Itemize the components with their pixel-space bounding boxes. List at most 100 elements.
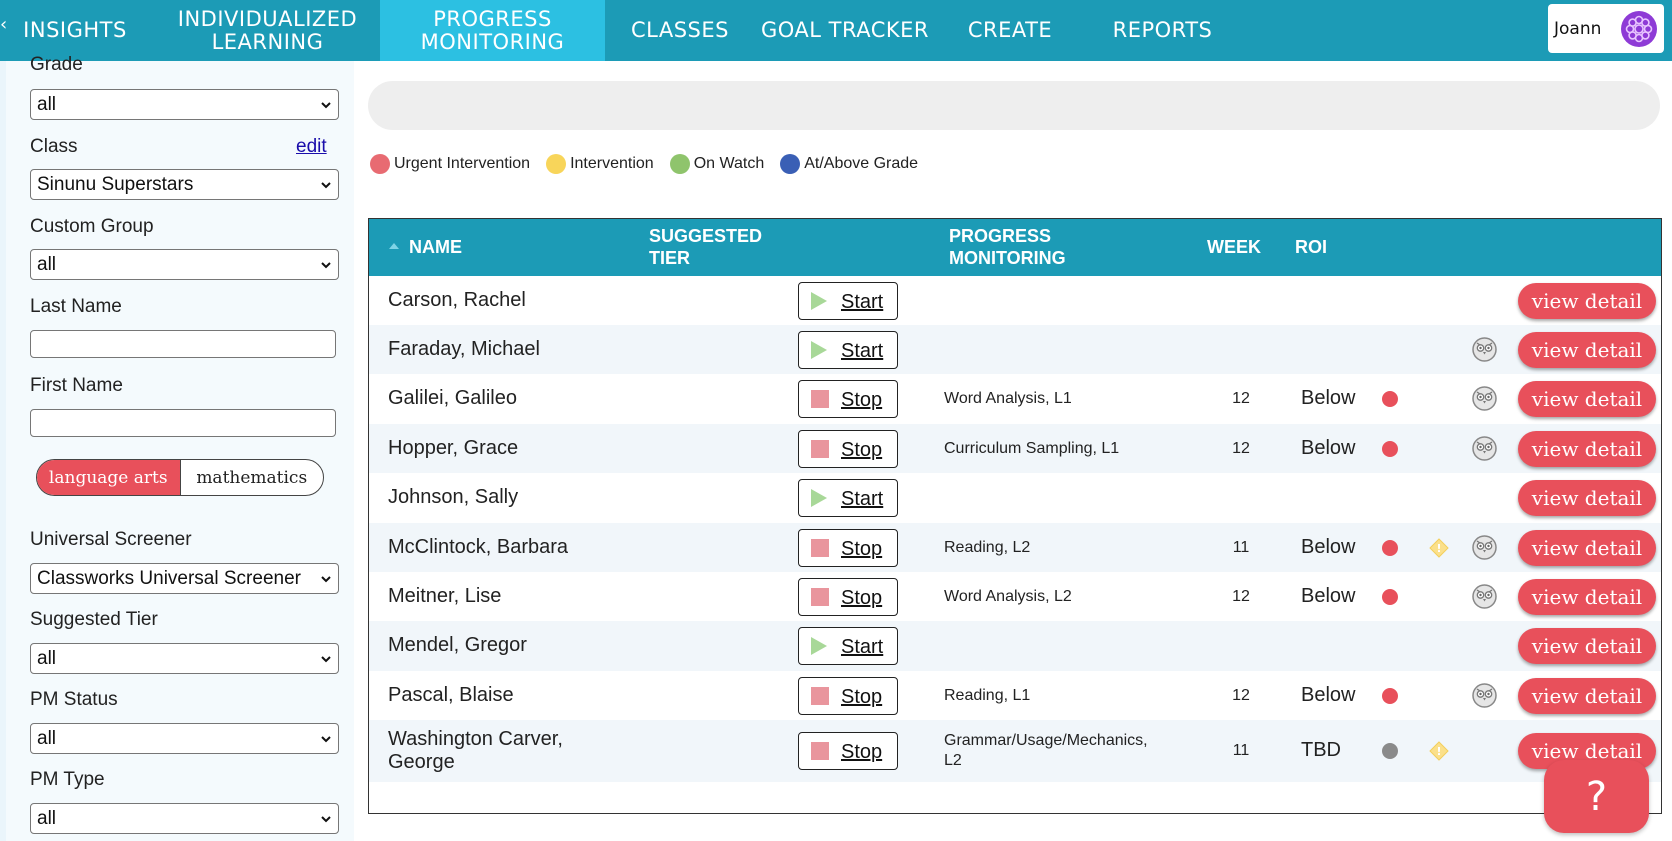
first-name-input[interactable] bbox=[30, 409, 336, 437]
grade-label: Grade bbox=[30, 54, 83, 75]
search-bar[interactable] bbox=[368, 81, 1660, 130]
last-name-label: Last Name bbox=[30, 296, 122, 317]
pm-status-select[interactable]: all bbox=[30, 723, 339, 754]
custom-group-label: Custom Group bbox=[30, 216, 154, 237]
status-dot bbox=[1382, 687, 1398, 704]
view-detail-button[interactable]: view detail bbox=[1518, 282, 1656, 319]
pm-type: Reading, L2 bbox=[944, 538, 1031, 556]
owl-icon[interactable] bbox=[1472, 336, 1497, 362]
roi-value: Below bbox=[1301, 535, 1356, 558]
first-name-label: First Name bbox=[30, 375, 123, 396]
legend-dot-intervention bbox=[546, 154, 567, 174]
custom-group-select[interactable]: all bbox=[30, 249, 339, 280]
pm-type: Reading, L1 bbox=[944, 686, 1031, 704]
subject-mathematics[interactable]: mathematics bbox=[181, 460, 324, 495]
student-name[interactable]: Pascal, Blaise bbox=[388, 684, 514, 707]
pm-type: Curriculum Sampling, L1 bbox=[944, 439, 1120, 457]
owl-icon[interactable] bbox=[1472, 583, 1497, 609]
warning-icon[interactable]: ! bbox=[1429, 741, 1449, 761]
nav-reports[interactable]: REPORTS bbox=[1100, 0, 1225, 61]
start-pm-button[interactable]: Start bbox=[798, 627, 898, 665]
student-name[interactable]: Faraday, Michael bbox=[388, 338, 540, 361]
student-name[interactable]: Galilei, Galileo bbox=[388, 387, 517, 410]
roi-value: Below bbox=[1301, 683, 1356, 706]
nav-progress-monitoring[interactable]: PROGRESS MONITORING bbox=[380, 0, 605, 61]
view-detail-button[interactable]: view detail bbox=[1518, 677, 1656, 714]
warning-icon[interactable]: ! bbox=[1429, 537, 1449, 558]
students-table: NAME SUGGESTED TIER PROGRESS MONITORING … bbox=[368, 218, 1662, 814]
chevron-down-icon bbox=[321, 736, 331, 743]
student-name[interactable]: Carson, Rachel bbox=[388, 289, 526, 312]
owl-icon[interactable] bbox=[1472, 386, 1497, 411]
pm-toggle-label: Start bbox=[841, 290, 884, 313]
stop-pm-button[interactable]: Stop bbox=[798, 732, 898, 770]
table-row: Faraday, Michael Start view detail bbox=[369, 325, 1661, 374]
owl-icon[interactable] bbox=[1472, 435, 1497, 461]
view-detail-button[interactable]: view detail bbox=[1518, 480, 1656, 516]
student-name[interactable]: Mendel, Gregor bbox=[388, 634, 527, 657]
student-name[interactable]: Meitner, Lise bbox=[388, 585, 501, 608]
pm-type-select[interactable]: all bbox=[30, 803, 339, 834]
stop-pm-button[interactable]: Stop bbox=[798, 528, 898, 567]
nav-classes[interactable]: CLASSES bbox=[620, 0, 740, 61]
student-name[interactable]: Hopper, Grace bbox=[388, 437, 518, 460]
avatar bbox=[1621, 11, 1657, 47]
start-pm-button[interactable]: Start bbox=[798, 479, 898, 517]
col-progress-monitoring[interactable]: PROGRESS MONITORING bbox=[949, 225, 1089, 269]
roi-value: Below bbox=[1301, 387, 1356, 409]
col-name[interactable]: NAME bbox=[409, 236, 462, 258]
subject-language-arts[interactable]: language arts bbox=[37, 460, 181, 495]
table-row: Hopper, Grace Stop Curriculum Sampling, … bbox=[369, 424, 1661, 473]
table-row: McClintock, Barbara Stop Reading, L2 11 … bbox=[369, 523, 1661, 572]
student-name[interactable]: McClintock, Barbara bbox=[388, 536, 568, 559]
start-pm-button[interactable]: Start bbox=[798, 330, 898, 369]
pm-toggle-label: Stop bbox=[841, 741, 883, 763]
status-dot bbox=[1382, 588, 1398, 605]
svg-text:!: ! bbox=[1436, 745, 1441, 758]
legend-dot-at-above bbox=[780, 154, 801, 174]
col-week[interactable]: WEEK bbox=[1207, 236, 1261, 258]
grade-value: all bbox=[37, 93, 57, 115]
owl-icon[interactable] bbox=[1472, 534, 1497, 560]
nav-individualized-learning[interactable]: INDIVIDUALIZED LEARNING bbox=[160, 0, 375, 61]
stop-pm-button[interactable]: Stop bbox=[798, 676, 898, 715]
table-row: Johnson, Sally Start view detail bbox=[369, 473, 1661, 523]
view-detail-button[interactable]: view detail bbox=[1518, 430, 1656, 467]
table-row: Carson, Rachel Start view detail bbox=[369, 276, 1661, 325]
universal-screener-label: Universal Screener bbox=[30, 529, 192, 550]
view-detail-button[interactable]: view detail bbox=[1518, 628, 1656, 664]
table-row: Washington Carver, George Stop Grammar/U… bbox=[369, 720, 1661, 782]
class-edit-link[interactable]: edit bbox=[296, 136, 327, 158]
view-detail-button[interactable]: view detail bbox=[1518, 578, 1656, 615]
student-name[interactable]: Washington Carver, George bbox=[388, 728, 578, 774]
help-button[interactable]: ? bbox=[1544, 760, 1649, 833]
view-detail-button[interactable]: view detail bbox=[1518, 331, 1656, 368]
col-suggested-tier[interactable]: SUGGESTED TIER bbox=[649, 225, 779, 269]
stop-pm-button[interactable]: Stop bbox=[798, 429, 898, 468]
grade-select[interactable]: all bbox=[30, 89, 339, 120]
suggested-tier-select[interactable]: all bbox=[30, 643, 339, 674]
nav-goal-tracker[interactable]: GOAL TRACKER bbox=[755, 0, 935, 61]
nav-insights[interactable]: INSIGHTS bbox=[5, 0, 145, 61]
nav-create[interactable]: CREATE bbox=[955, 0, 1065, 61]
view-detail-button[interactable]: view detail bbox=[1518, 381, 1656, 417]
class-select[interactable]: Sinunu Superstars bbox=[30, 169, 339, 200]
chevron-down-icon bbox=[321, 182, 331, 189]
week-value: 11 bbox=[1232, 742, 1250, 759]
user-menu[interactable]: Joann bbox=[1548, 4, 1664, 53]
last-name-input[interactable] bbox=[30, 330, 336, 358]
chevron-down-icon bbox=[321, 816, 331, 823]
universal-screener-select[interactable]: Classworks Universal Screener bbox=[30, 563, 339, 594]
col-roi[interactable]: ROI bbox=[1295, 236, 1327, 258]
sort-asc-icon[interactable] bbox=[389, 243, 399, 249]
start-pm-button[interactable]: Start bbox=[798, 281, 898, 320]
pm-status-label: PM Status bbox=[30, 689, 118, 710]
view-detail-button[interactable]: view detail bbox=[1518, 529, 1656, 566]
stop-pm-button[interactable]: Stop bbox=[798, 577, 898, 616]
play-icon bbox=[811, 340, 827, 359]
pm-type: Word Analysis, L1 bbox=[944, 390, 1072, 407]
stop-pm-button[interactable]: Stop bbox=[798, 380, 898, 418]
student-name[interactable]: Johnson, Sally bbox=[388, 486, 518, 509]
owl-icon[interactable] bbox=[1472, 682, 1497, 708]
play-icon bbox=[811, 291, 827, 310]
